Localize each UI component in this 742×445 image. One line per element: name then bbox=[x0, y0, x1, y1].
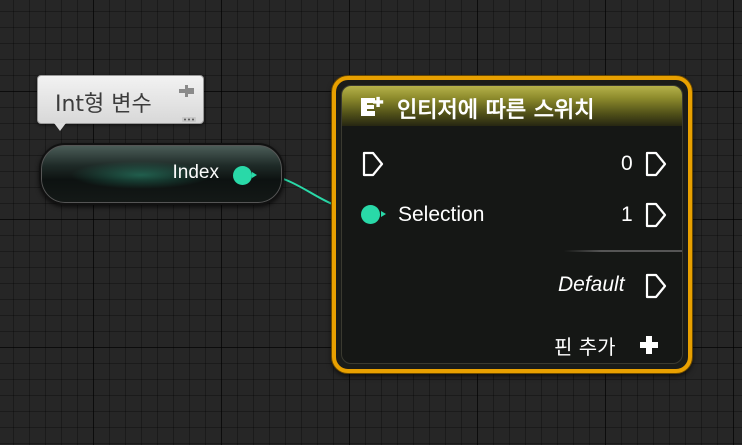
switch-icon bbox=[358, 95, 390, 123]
selection-input-pin[interactable] bbox=[361, 205, 380, 224]
pin-divider bbox=[564, 250, 682, 252]
index-output-label: Index bbox=[172, 162, 219, 183]
node-comment-bubble[interactable]: Int형 변수 bbox=[37, 75, 204, 131]
add-pin-label[interactable]: 핀 추가 bbox=[554, 331, 616, 360]
pin-arrow-icon bbox=[381, 211, 386, 217]
switch-node-body: 인티저에 따른 스위치 0 Selection 1 Default 핀 추가 bbox=[341, 85, 683, 364]
variable-get-node[interactable]: Index bbox=[39, 143, 284, 205]
plus-icon[interactable] bbox=[638, 334, 660, 360]
exec-input-pin[interactable] bbox=[362, 151, 384, 177]
pin-arrow-icon bbox=[252, 172, 257, 178]
selection-input-label: Selection bbox=[398, 203, 485, 226]
more-dots-icon bbox=[182, 108, 196, 127]
exec-output-pin-1[interactable] bbox=[645, 202, 667, 228]
comment-tail bbox=[54, 123, 66, 131]
output-label-0: 0 bbox=[621, 152, 633, 175]
switch-node-title: 인티저에 따른 스위치 bbox=[397, 98, 595, 123]
switch-on-int-node[interactable]: 인티저에 따른 스위치 0 Selection 1 Default 핀 추가 bbox=[332, 76, 692, 373]
switch-node-header[interactable]: 인티저에 따른 스위치 bbox=[342, 86, 682, 126]
default-output-label: Default bbox=[558, 273, 625, 296]
pin-icon[interactable] bbox=[177, 83, 197, 103]
exec-output-pin-0[interactable] bbox=[645, 151, 667, 177]
index-output-pin[interactable] bbox=[233, 166, 252, 185]
exec-output-pin-default[interactable] bbox=[645, 273, 667, 299]
comment-text: Int형 변수 bbox=[55, 92, 152, 117]
output-label-1: 1 bbox=[621, 203, 633, 226]
